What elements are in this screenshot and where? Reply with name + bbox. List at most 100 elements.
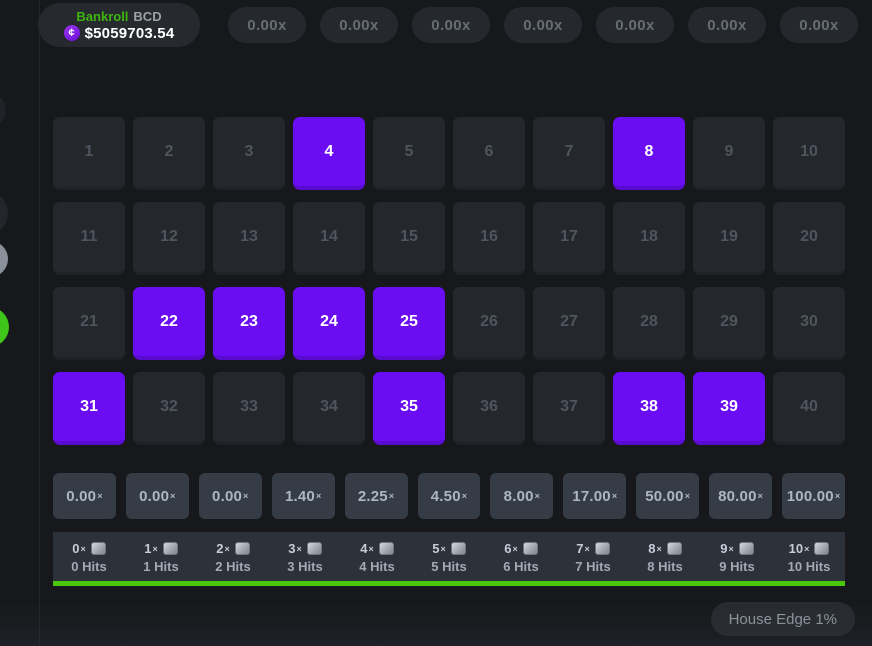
times-symbol: × [804, 544, 809, 554]
payout-value: 17.00 [572, 488, 611, 505]
number-tile-12[interactable]: 12 [133, 202, 205, 275]
number-tile-10[interactable]: 10 [773, 117, 845, 190]
number-tile-24[interactable]: 24 [293, 287, 365, 360]
number-tile-2[interactable]: 2 [133, 117, 205, 190]
number-tile-37[interactable]: 37 [533, 372, 605, 445]
result-multiplier-pill: 0.00x [688, 7, 766, 43]
number-tile-5[interactable]: 5 [373, 117, 445, 190]
times-symbol: × [80, 544, 85, 554]
number-grid: 1234567891011121314151617181920212223242… [53, 117, 845, 445]
coin-glyph: ¢ [69, 27, 75, 39]
hits-label: 10 Hits [788, 559, 831, 574]
gem-icon [91, 542, 106, 555]
number-tile-13[interactable]: 13 [213, 202, 285, 275]
hits-label: 7 Hits [575, 559, 610, 574]
number-tile-26[interactable]: 26 [453, 287, 525, 360]
number-tile-28[interactable]: 28 [613, 287, 685, 360]
hits-count: 4 [360, 541, 367, 556]
edge-bubble-icon [0, 92, 6, 128]
number-tile-3[interactable]: 3 [213, 117, 285, 190]
number-tile-19[interactable]: 19 [693, 202, 765, 275]
number-tile-23[interactable]: 23 [213, 287, 285, 360]
number-tile-22[interactable]: 22 [133, 287, 205, 360]
hits-count-row: 7× [576, 541, 610, 556]
payout-value: 0.00 [139, 488, 169, 505]
result-multiplier-pill: 0.00x [504, 7, 582, 43]
payout-value: 8.00 [504, 488, 534, 505]
payout-value: 80.00 [718, 488, 757, 505]
number-tile-25[interactable]: 25 [373, 287, 445, 360]
number-tile-39[interactable]: 39 [693, 372, 765, 445]
number-tile-11[interactable]: 11 [53, 202, 125, 275]
number-tile-9[interactable]: 9 [693, 117, 765, 190]
payout-tile: 4.50× [418, 473, 481, 519]
times-symbol: × [224, 544, 229, 554]
times-symbol: × [152, 544, 157, 554]
number-tile-32[interactable]: 32 [133, 372, 205, 445]
number-tile-8[interactable]: 8 [613, 117, 685, 190]
number-tile-38[interactable]: 38 [613, 372, 685, 445]
bankroll-pill[interactable]: Bankroll BCD ¢ $5059703.54 [38, 3, 200, 47]
hits-label: 1 Hits [143, 559, 178, 574]
hits-label: 4 Hits [359, 559, 394, 574]
times-symbol: × [728, 544, 733, 554]
number-tile-16[interactable]: 16 [453, 202, 525, 275]
hits-count-row: 1× [144, 541, 178, 556]
number-tile-27[interactable]: 27 [533, 287, 605, 360]
number-tile-36[interactable]: 36 [453, 372, 525, 445]
number-tile-6[interactable]: 6 [453, 117, 525, 190]
payout-tile: 0.00× [126, 473, 189, 519]
hits-cell: 3×3 Hits [269, 532, 341, 581]
payout-value: 100.00 [787, 488, 834, 505]
hits-label: 5 Hits [431, 559, 466, 574]
payout-tile: 80.00× [709, 473, 772, 519]
hits-count: 8 [648, 541, 655, 556]
times-symbol: × [758, 491, 763, 501]
number-tile-18[interactable]: 18 [613, 202, 685, 275]
left-panel-divider [39, 0, 40, 646]
payout-tile: 50.00× [636, 473, 699, 519]
number-tile-20[interactable]: 20 [773, 202, 845, 275]
number-tile-30[interactable]: 30 [773, 287, 845, 360]
number-tile-4[interactable]: 4 [293, 117, 365, 190]
gem-icon [739, 542, 754, 555]
result-multiplier-pill: 0.00x [780, 7, 858, 43]
hits-count: 3 [288, 541, 295, 556]
number-tile-17[interactable]: 17 [533, 202, 605, 275]
payout-tile: 17.00× [563, 473, 626, 519]
payout-value: 2.25 [358, 488, 388, 505]
number-tile-1[interactable]: 1 [53, 117, 125, 190]
house-edge-badge: House Edge 1% [711, 602, 855, 636]
number-tile-35[interactable]: 35 [373, 372, 445, 445]
payout-value: 1.40 [285, 488, 315, 505]
times-symbol: × [440, 544, 445, 554]
times-symbol: × [389, 491, 394, 501]
bankroll-currency: BCD [133, 9, 161, 24]
hits-cell: 4×4 Hits [341, 532, 413, 581]
hits-cell: 10× 10 Hits [773, 532, 845, 581]
result-multiplier-pill: 0.00x [228, 7, 306, 43]
number-tile-29[interactable]: 29 [693, 287, 765, 360]
edge-bubble-green-icon [0, 307, 9, 347]
payout-value: 4.50 [431, 488, 461, 505]
number-tile-15[interactable]: 15 [373, 202, 445, 275]
hits-cell: 5×5 Hits [413, 532, 485, 581]
number-tile-34[interactable]: 34 [293, 372, 365, 445]
number-tile-40[interactable]: 40 [773, 372, 845, 445]
hits-count: 6 [504, 541, 511, 556]
payout-value: 0.00 [66, 488, 96, 505]
gem-icon [451, 542, 466, 555]
number-tile-14[interactable]: 14 [293, 202, 365, 275]
gem-icon [814, 542, 829, 555]
edge-bubble-icon [0, 191, 8, 235]
edge-bubble-gray-icon [0, 241, 8, 277]
gem-icon [595, 542, 610, 555]
number-tile-33[interactable]: 33 [213, 372, 285, 445]
hits-count: 10 [789, 541, 803, 556]
number-tile-7[interactable]: 7 [533, 117, 605, 190]
gem-icon [379, 542, 394, 555]
payout-tile: 1.40× [272, 473, 335, 519]
number-tile-21[interactable]: 21 [53, 287, 125, 360]
bankroll-title: Bankroll BCD [76, 9, 161, 24]
number-tile-31[interactable]: 31 [53, 372, 125, 445]
